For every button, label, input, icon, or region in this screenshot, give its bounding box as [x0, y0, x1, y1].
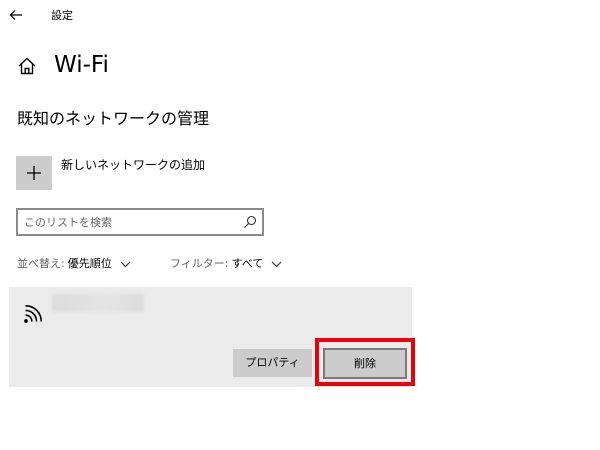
- back-button[interactable]: [4, 4, 28, 26]
- add-network-button[interactable]: [16, 156, 52, 190]
- window-title: 設定: [51, 9, 73, 22]
- page-title: Wi-Fi: [54, 52, 109, 78]
- search-box[interactable]: [16, 208, 264, 236]
- search-icon[interactable]: [243, 215, 257, 229]
- search-input[interactable]: [24, 213, 224, 231]
- filter-value: すべて: [231, 257, 264, 270]
- properties-button[interactable]: プロパティ: [233, 349, 312, 377]
- wifi-icon: [24, 304, 43, 323]
- sort-value: 優先順位: [67, 257, 112, 270]
- network-name-obscured: [52, 294, 144, 312]
- delete-button[interactable]: 削除: [323, 348, 407, 379]
- filter-dropdown[interactable]: フィルター: すべて: [170, 257, 282, 271]
- plus-icon: [27, 166, 41, 180]
- add-network-label[interactable]: 新しいネットワークの追加: [61, 157, 205, 173]
- section-title: 既知のネットワークの管理: [17, 109, 210, 128]
- sort-dropdown[interactable]: 並べ替え: 優先順位: [17, 257, 131, 271]
- filter-label: フィルター:: [170, 257, 229, 270]
- chevron-down-icon: [271, 261, 282, 267]
- chevron-down-icon: [120, 261, 131, 267]
- home-icon: [18, 57, 36, 75]
- back-arrow-icon: [9, 10, 22, 20]
- sort-label: 並べ替え:: [17, 257, 65, 270]
